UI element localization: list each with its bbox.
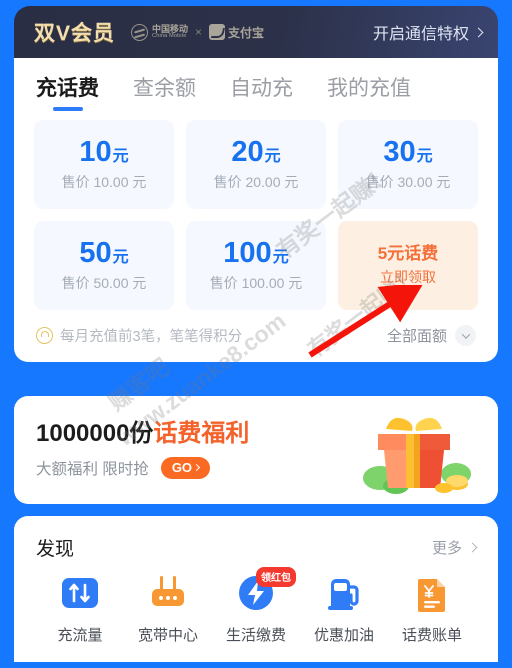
denomination-option-50[interactable]: 50元 售价 50.00 元 (34, 221, 174, 310)
red-arrow-annotation (308, 285, 425, 358)
denomination-value: 100 (223, 236, 272, 269)
denomination-price: 售价 100.00 元 (209, 274, 303, 291)
china-mobile-en: China Mobile (152, 32, 187, 39)
tab-check-balance[interactable]: 查余额 (133, 72, 196, 114)
chevron-right-icon (473, 27, 484, 37)
shortcut-fuel-discount[interactable]: 优惠加油 (300, 573, 388, 645)
denomination-unit: 元 (272, 248, 289, 266)
promo-go-button[interactable]: GO (160, 456, 211, 479)
denomination-amount: 10元 (79, 135, 129, 168)
gift-box-icon (356, 404, 476, 496)
china-mobile-logo: 中国移动 China Mobile (131, 23, 188, 41)
denomination-value: 30 (383, 135, 416, 168)
promo-claim-action: 立即领取 (380, 268, 436, 285)
data-recharge-icon (59, 573, 101, 615)
tab-auto-recharge[interactable]: 自动充 (230, 72, 293, 114)
denomination-unit: 元 (112, 147, 129, 165)
shortcut-label: 优惠加油 (313, 627, 374, 644)
shortcut-label: 宽带中心 (137, 627, 198, 644)
points-medal-icon (36, 327, 53, 344)
shortcut-data-recharge[interactable]: 充流量 (36, 573, 124, 645)
denomination-option-20[interactable]: 20元 售价 20.00 元 (186, 120, 326, 209)
router-broadband-icon (147, 573, 189, 615)
denomination-amount: 30元 (383, 135, 433, 168)
denomination-unit: 元 (112, 248, 129, 266)
shortcut-life-payment[interactable]: 领红包 生活缴费 (212, 567, 300, 645)
denomination-amount: 50元 (79, 236, 129, 269)
tab-recharge-fee[interactable]: 充话费 (36, 72, 99, 114)
promo-banner-count: 1000000份 (36, 419, 154, 447)
tab-my-recharge[interactable]: 我的充值 (327, 72, 411, 114)
points-notice-text: 每月充值前3笔，笔笔得积分 (60, 329, 243, 345)
tab-label: 充话费 (36, 77, 99, 100)
chevron-down-icon (455, 325, 476, 346)
tab-bar: 充话费 查余额 自动充 我的充值 (14, 58, 498, 114)
denomination-unit: 元 (416, 147, 433, 165)
promo-banner-text: 1000000份话费福利 大额福利 限时抢 GO (36, 419, 250, 479)
denomination-price: 售价 30.00 元 (365, 173, 451, 190)
promo-banner-headline: 1000000份话费福利 (36, 419, 250, 447)
alipay-icon (209, 24, 226, 40)
chevron-right-icon (193, 463, 201, 471)
shortcut-label: 充流量 (57, 627, 103, 644)
tab-label: 自动充 (230, 77, 293, 100)
promo-banner-subtext: 大额福利 限时抢 (36, 460, 149, 478)
red-packet-badge: 领红包 (256, 567, 296, 587)
alipay-label: 支付宝 (228, 25, 265, 40)
partner-logos: 中国移动 China Mobile × 支付宝 (131, 23, 264, 41)
shortcut-phone-bill[interactable]: 话费账单 (388, 573, 476, 645)
promo-banner-subrow: 大额福利 限时抢 GO (36, 456, 249, 479)
shortcut-label: 话费账单 (401, 627, 462, 644)
promo-claim-title: 5元话费 (377, 243, 439, 263)
denomination-price: 售价 20.00 元 (213, 173, 299, 190)
alipay-logo: 支付宝 (209, 24, 264, 41)
partner-separator: × (195, 25, 203, 39)
enable-privilege-label: 开启通信特权 (372, 26, 469, 43)
china-mobile-text: 中国移动 China Mobile (152, 24, 188, 40)
discover-more-button[interactable]: 更多 (431, 537, 478, 558)
denomination-amount: 100元 (223, 236, 289, 269)
denomination-price: 售价 50.00 元 (61, 274, 147, 291)
denomination-price: 售价 10.00 元 (61, 173, 147, 190)
promo-go-label: GO (171, 459, 193, 475)
china-mobile-icon (131, 23, 149, 41)
vip-title: 双V会员 (34, 22, 116, 45)
chevron-right-icon (467, 542, 478, 553)
shortcut-label: 生活缴费 (225, 627, 286, 644)
promo-banner-highlight: 话费福利 (153, 419, 250, 447)
discover-header: 发现 更多 (36, 534, 478, 561)
promo-banner[interactable]: 1000000份话费福利 大额福利 限时抢 GO (14, 396, 498, 504)
tab-label: 查余额 (133, 77, 196, 100)
enable-privilege-button[interactable]: 开启通信特权 (372, 20, 484, 44)
discover-more-label: 更多 (431, 540, 462, 557)
denomination-option-10[interactable]: 10元 售价 10.00 元 (34, 120, 174, 209)
shortcut-broadband-center[interactable]: 宽带中心 (124, 573, 212, 645)
vip-header: 双V会员 中国移动 China Mobile × 支付宝 开启通信特权 (14, 6, 498, 58)
discover-section: 发现 更多 充流量 宽带中心 领红包 生活缴费 优惠加油 话费账单 (14, 516, 498, 662)
denomination-value: 50 (79, 236, 112, 269)
denomination-amount: 20元 (231, 135, 281, 168)
discover-title: 发现 (36, 539, 75, 560)
denomination-value: 20 (231, 135, 264, 168)
denomination-option-30[interactable]: 30元 售价 30.00 元 (338, 120, 478, 209)
fuel-pump-icon (323, 573, 365, 615)
denomination-grid: 10元 售价 10.00 元 20元 售价 20.00 元 30元 售价 30.… (14, 114, 498, 310)
denomination-unit: 元 (264, 147, 281, 165)
shortcut-grid: 充流量 宽带中心 领红包 生活缴费 优惠加油 话费账单 (36, 567, 476, 645)
bill-invoice-icon (411, 573, 453, 615)
denomination-value: 10 (79, 135, 112, 168)
app-root: 双V会员 中国移动 China Mobile × 支付宝 开启通信特权 充话费 … (0, 0, 512, 668)
tab-label: 我的充值 (327, 77, 411, 100)
